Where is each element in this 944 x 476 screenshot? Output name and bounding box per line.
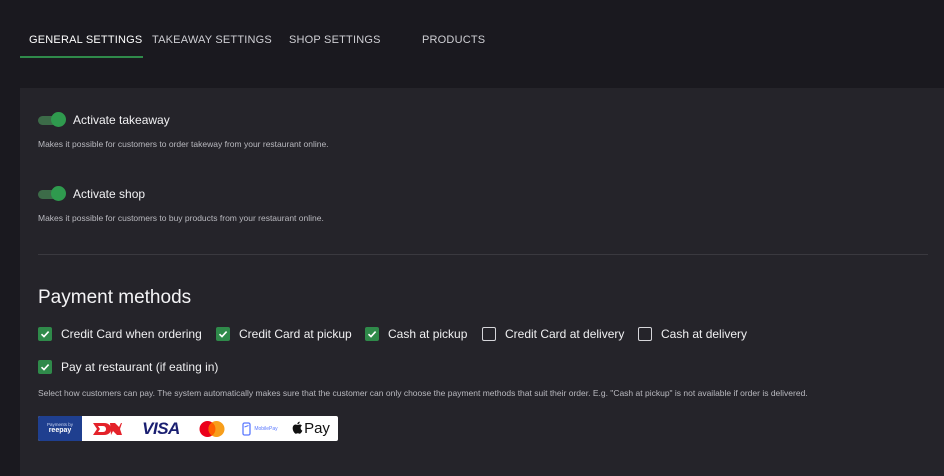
checkbox-label: Credit Card at pickup xyxy=(239,327,352,341)
shop-toggle-row: Activate shop xyxy=(38,186,145,202)
active-tab-indicator xyxy=(20,56,143,58)
tab-general-settings[interactable]: GENERAL SETTINGS xyxy=(29,34,142,46)
general-settings-panel: Activate takeaway Makes it possible for … xyxy=(20,88,944,476)
checkbox-cash-at-pickup[interactable]: Cash at pickup xyxy=(365,327,467,341)
checkbox-checked-icon xyxy=(216,327,230,341)
checkbox-credit-card-at-delivery[interactable]: Credit Card at delivery xyxy=(482,327,624,341)
checkbox-label: Cash at pickup xyxy=(388,327,468,341)
checkbox-checked-icon xyxy=(365,327,379,341)
shop-help-text: Makes it possible for customers to buy p… xyxy=(38,213,324,223)
apple-icon xyxy=(292,421,303,437)
visa-logo: VISA xyxy=(142,418,180,438)
checkbox-unchecked-icon xyxy=(638,327,652,341)
checkbox-label: Cash at delivery xyxy=(661,327,748,341)
mobilepay-logo-text: MobilePay xyxy=(254,425,278,432)
toggle-knob xyxy=(51,112,66,127)
mobilepay-logo: MobilePay xyxy=(234,416,286,441)
tab-takeaway-settings[interactable]: TAKEAWAY SETTINGS xyxy=(152,34,272,46)
dankort-logo xyxy=(82,416,132,441)
checkbox-cash-at-delivery[interactable]: Cash at delivery xyxy=(638,327,747,341)
checkbox-label: Pay at restaurant (if eating in) xyxy=(61,360,219,374)
checkbox-credit-card-at-pickup[interactable]: Credit Card at pickup xyxy=(216,327,352,341)
takeaway-toggle-row: Activate takeaway xyxy=(38,112,170,128)
checkbox-checked-icon xyxy=(38,327,52,341)
checkbox-credit-card-when-ordering[interactable]: Credit Card when ordering xyxy=(38,327,202,341)
section-divider xyxy=(38,254,928,255)
shop-toggle-label: Activate shop xyxy=(73,187,146,201)
toggle-knob xyxy=(51,186,66,201)
tab-products[interactable]: PRODUCTS xyxy=(422,34,485,46)
tab-shop-settings[interactable]: SHOP SETTINGS xyxy=(289,34,381,46)
takeaway-toggle[interactable] xyxy=(38,112,66,128)
checkbox-pay-at-restaurant[interactable]: Pay at restaurant (if eating in) xyxy=(38,360,218,374)
checkbox-unchecked-icon xyxy=(482,327,496,341)
checkbox-checked-icon xyxy=(38,360,52,374)
payment-methods-title: Payment methods xyxy=(38,287,192,308)
shop-toggle[interactable] xyxy=(38,186,66,202)
reepay-logo: Payments by reepay xyxy=(38,416,82,441)
payment-logos-strip: Payments by reepay VISA MobilePay Pay xyxy=(38,416,338,441)
apple-pay-logo: Pay xyxy=(286,416,336,441)
reepay-logo-text: reepay xyxy=(48,427,72,434)
takeaway-help-text: Makes it possible for customers to order… xyxy=(38,139,329,149)
apple-pay-text: Pay xyxy=(304,420,330,437)
takeaway-toggle-label: Activate takeaway xyxy=(73,113,170,127)
mastercard-logo xyxy=(190,416,234,441)
payment-methods-help-text: Select how customers can pay. The system… xyxy=(38,388,808,398)
checkbox-label: Credit Card when ordering xyxy=(61,327,202,341)
checkbox-label: Credit Card at delivery xyxy=(505,327,625,341)
